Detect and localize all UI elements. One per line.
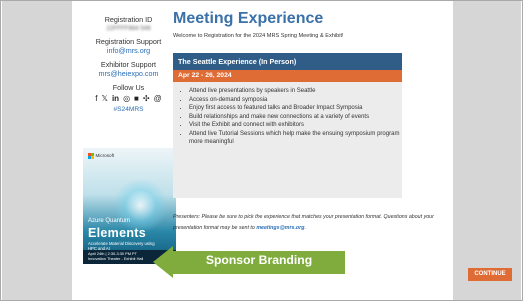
registration-page: Registration ID 22FFFF884 546 Registrati… [72,1,512,300]
ad-brand: Microsoft [88,153,114,159]
meetings-email-link[interactable]: meetings@mrs.org [256,225,304,231]
welcome-text: Welcome to Registration for the 2024 MRS… [173,33,344,39]
sponsor-branding-callout: Sponsor Branding [153,246,345,279]
ad-line-2: Elements [88,226,146,240]
list-item: Attend live Tutorial Sessions which help… [189,130,402,146]
facebook-icon[interactable]: f [95,94,97,103]
exhibitor-support-label: Exhibitor Support [100,60,157,69]
ad-line-1: Azure Quantum [88,218,131,224]
instagram-icon[interactable]: ◎ [123,94,130,103]
list-item: Attend live presentations by speakers in… [189,87,402,95]
threads-icon[interactable]: @ [154,94,162,103]
ad-event-info: April 24th | 2:30-3:30 PM PT Innovation … [88,252,143,262]
experience-card[interactable]: The Seattle Experience (In Person) Apr 2… [173,53,402,198]
list-item: Access on-demand symposia [189,96,402,104]
registration-support-label: Registration Support [95,37,162,46]
experience-card-dates: Apr 22 - 26, 2024 [173,70,402,82]
ad-graphic [113,178,168,233]
list-item: Enjoy first access to featured talks and… [189,104,402,112]
experience-benefits-list: Attend live presentations by speakers in… [173,87,402,146]
event-hashtag[interactable]: #S24MRS [81,106,176,113]
microsoft-logo-icon [88,153,94,159]
youtube-icon[interactable]: ■ [134,94,139,103]
arrow-left-icon [153,246,173,278]
list-item: Build relationships and make new connect… [189,113,402,121]
experience-card-title: The Seattle Experience (In Person) [173,53,402,70]
registration-id-label: Registration ID [104,15,153,24]
social-links: f 𝕏 in ◎ ■ ✣ @ [81,94,176,103]
ad-brand-name: Microsoft [95,153,115,159]
browser-frame: Registration ID 22FFFF884 546 Registrati… [0,0,523,301]
sidebar-info: Registration ID 22FFFF884 546 Registrati… [81,15,176,118]
page-title: Meeting Experience [173,10,324,27]
presenters-note: Presenters: Please be sure to pick the e… [173,212,453,234]
list-item: Visit the Exhibit and connect with exhib… [189,121,402,129]
sponsor-branding-label: Sponsor Branding [205,253,313,267]
right-gutter [451,1,521,300]
continue-button[interactable]: CONTINUE [468,268,512,281]
registration-support-email[interactable]: info@mrs.org [81,46,176,55]
left-gutter [2,1,72,300]
linkedin-icon[interactable]: in [112,94,119,103]
presenters-note-text-1: Presenters: Please be sure to pick the e… [173,214,423,220]
bluesky-icon[interactable]: ✣ [143,94,150,103]
x-icon[interactable]: 𝕏 [102,94,108,103]
ad-line-5: Innovation Theater - Exhibit Hall [88,256,144,262]
exhibitor-support-email[interactable]: mrs@heiexpo.com [81,69,176,78]
registration-id-value: 22FFFF884 546 [106,25,151,32]
presenters-note-end: . [304,225,306,231]
follow-us-label: Follow Us [112,83,145,92]
